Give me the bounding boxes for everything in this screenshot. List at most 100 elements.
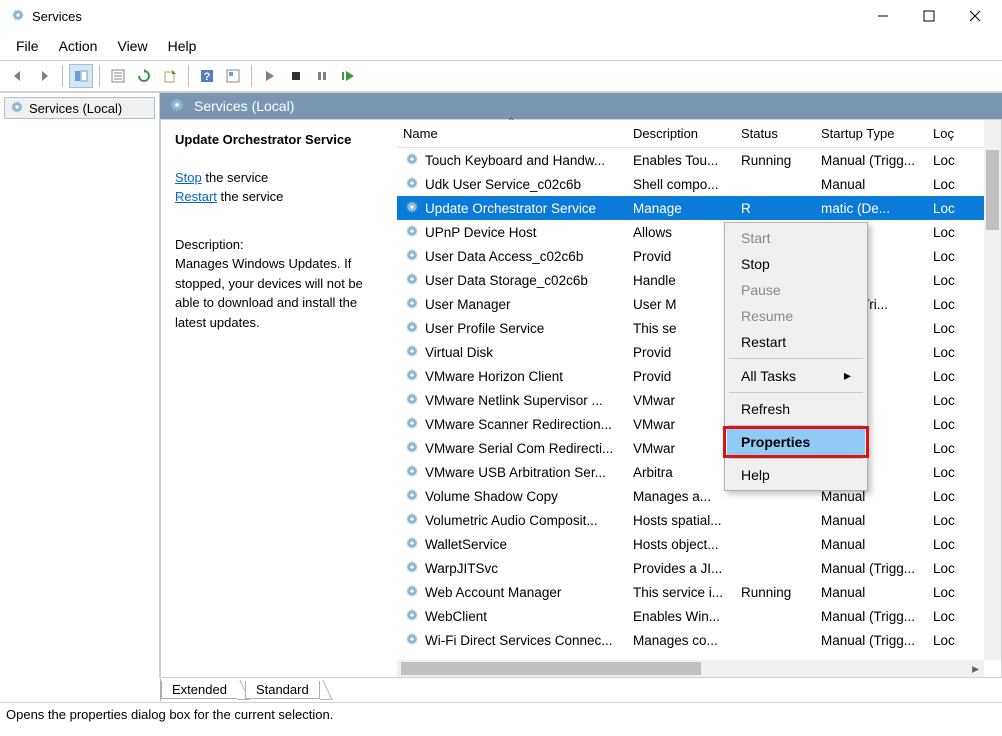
- tab-extended[interactable]: Extended: [161, 681, 237, 699]
- menu-action[interactable]: Action: [49, 34, 108, 58]
- context-menu-item[interactable]: Stop: [727, 251, 865, 277]
- service-desc: Handle: [629, 273, 737, 288]
- service-name: Volumetric Audio Composit...: [425, 513, 598, 528]
- service-name: Web Account Manager: [425, 585, 561, 600]
- service-row[interactable]: WarpJITSvcProvides a JI...Manual (Trigg.…: [397, 556, 1001, 580]
- service-logon: Loc: [929, 513, 959, 528]
- tree-root-item[interactable]: Services (Local): [4, 97, 155, 119]
- menu-help[interactable]: Help: [158, 34, 207, 58]
- service-row[interactable]: VMware Scanner Redirection...VMwarmaticL…: [397, 412, 1001, 436]
- service-status: Running: [737, 153, 817, 168]
- scroll-right-icon[interactable]: ▸: [967, 660, 984, 677]
- service-desc: Allows: [629, 225, 737, 240]
- context-menu-item: Resume: [727, 303, 865, 329]
- service-row[interactable]: User Profile ServiceThis sematicLoc: [397, 316, 1001, 340]
- menu-file[interactable]: File: [6, 34, 49, 58]
- service-status: Running: [737, 585, 817, 600]
- minimize-button[interactable]: [860, 0, 906, 32]
- service-logon: Loc: [929, 537, 959, 552]
- service-desc: VMwar: [629, 441, 737, 456]
- horizontal-scrollbar[interactable]: ◂ ▸: [397, 660, 984, 677]
- toolbar: ?: [0, 60, 1002, 92]
- service-row[interactable]: Update Orchestrator ServiceManageRmatic …: [397, 196, 1001, 220]
- gear-icon: [403, 320, 421, 336]
- service-row[interactable]: UPnP Device HostAllowsalLoc: [397, 220, 1001, 244]
- show-hide-tree-button[interactable]: [69, 64, 93, 88]
- back-button[interactable]: [6, 64, 30, 88]
- gear-icon: [403, 488, 421, 504]
- context-menu-item[interactable]: Refresh: [727, 396, 865, 422]
- service-logon: Loc: [929, 369, 959, 384]
- context-menu-item[interactable]: Properties: [727, 429, 865, 455]
- pause-service-button[interactable]: [310, 64, 334, 88]
- content-header: Services (Local): [160, 93, 1002, 119]
- col-header-description[interactable]: Description: [629, 126, 737, 141]
- stop-service-button[interactable]: [284, 64, 308, 88]
- col-header-startup[interactable]: Startup Type: [817, 126, 929, 141]
- service-row[interactable]: User Data Storage_c02c6bHandlealLoc: [397, 268, 1001, 292]
- gear-icon: [403, 224, 421, 240]
- service-name: Touch Keyboard and Handw...: [425, 153, 605, 168]
- service-name: Virtual Disk: [425, 345, 493, 360]
- service-name: Volume Shadow Copy: [425, 489, 558, 504]
- service-row[interactable]: WalletServiceHosts object...ManualLoc: [397, 532, 1001, 556]
- vertical-scrollbar[interactable]: [984, 120, 1001, 660]
- statusbar-text: Opens the properties dialog box for the …: [6, 707, 333, 722]
- service-logon: Loc: [929, 321, 959, 336]
- service-row[interactable]: VMware Netlink Supervisor ...VMwarmaticL…: [397, 388, 1001, 412]
- service-name: VMware USB Arbitration Ser...: [425, 465, 606, 480]
- col-header-logon[interactable]: Loç: [929, 126, 959, 141]
- restart-link[interactable]: Restart: [175, 189, 217, 204]
- details-pane: Update Orchestrator Service Stop the ser…: [161, 120, 397, 677]
- properties-button[interactable]: [106, 64, 130, 88]
- col-header-status[interactable]: Status: [737, 126, 817, 141]
- service-name: Udk User Service_c02c6b: [425, 177, 581, 192]
- restart-service-button[interactable]: [336, 64, 360, 88]
- menu-view[interactable]: View: [107, 34, 157, 58]
- service-logon: Loc: [929, 345, 959, 360]
- gear-icon: [403, 512, 421, 528]
- service-logon: Loc: [929, 393, 959, 408]
- options-button[interactable]: [221, 64, 245, 88]
- stop-link[interactable]: Stop: [175, 170, 202, 185]
- col-header-name[interactable]: Name: [397, 126, 629, 141]
- maximize-button[interactable]: [906, 0, 952, 32]
- service-row[interactable]: Volume Shadow CopyManages a...ManualLoc: [397, 484, 1001, 508]
- tab-standard[interactable]: Standard: [245, 681, 320, 699]
- forward-button[interactable]: [32, 64, 56, 88]
- start-service-button[interactable]: [258, 64, 282, 88]
- close-button[interactable]: [952, 0, 998, 32]
- context-menu-item[interactable]: Help: [727, 462, 865, 488]
- service-row[interactable]: User ManagerUser Mmatic (Tri...Loc: [397, 292, 1001, 316]
- service-desc: This se: [629, 321, 737, 336]
- service-row[interactable]: Touch Keyboard and Handw...Enables Tou..…: [397, 148, 1001, 172]
- tree-pane: Services (Local): [0, 93, 160, 678]
- service-row[interactable]: Web Account ManagerThis service i...Runn…: [397, 580, 1001, 604]
- service-row[interactable]: User Data Access_c02c6bProvidalLoc: [397, 244, 1001, 268]
- service-desc: Provid: [629, 345, 737, 360]
- service-startup: Manual: [817, 537, 929, 552]
- service-logon: Loc: [929, 609, 959, 624]
- service-row[interactable]: VMware USB Arbitration Ser...Arbitramati…: [397, 460, 1001, 484]
- gear-icon: [403, 152, 421, 168]
- service-row[interactable]: VMware Serial Com Redirecti...VMwarmatic…: [397, 436, 1001, 460]
- help-button[interactable]: ?: [195, 64, 219, 88]
- context-menu-item[interactable]: Restart: [727, 329, 865, 355]
- service-row[interactable]: Virtual DiskProvidalLoc: [397, 340, 1001, 364]
- context-menu-item[interactable]: All Tasks▸: [727, 362, 865, 389]
- service-row[interactable]: Udk User Service_c02c6bShell compo...Man…: [397, 172, 1001, 196]
- service-row[interactable]: WebClientEnables Win...Manual (Trigg...L…: [397, 604, 1001, 628]
- service-name: Wi-Fi Direct Services Connec...: [425, 633, 613, 648]
- service-row[interactable]: Volumetric Audio Composit...Hosts spatia…: [397, 508, 1001, 532]
- service-logon: Loc: [929, 561, 959, 576]
- service-startup: Manual: [817, 513, 929, 528]
- submenu-arrow-icon: ▸: [844, 367, 851, 384]
- refresh-button[interactable]: [132, 64, 156, 88]
- gear-icon: [403, 368, 421, 384]
- service-startup: Manual: [817, 177, 929, 192]
- export-button[interactable]: [158, 64, 182, 88]
- service-row[interactable]: VMware Horizon ClientProvidmaticLoc: [397, 364, 1001, 388]
- service-row[interactable]: Wi-Fi Direct Services Connec...Manages c…: [397, 628, 1001, 652]
- service-startup: Manual (Trigg...: [817, 609, 929, 624]
- service-name: VMware Serial Com Redirecti...: [425, 441, 613, 456]
